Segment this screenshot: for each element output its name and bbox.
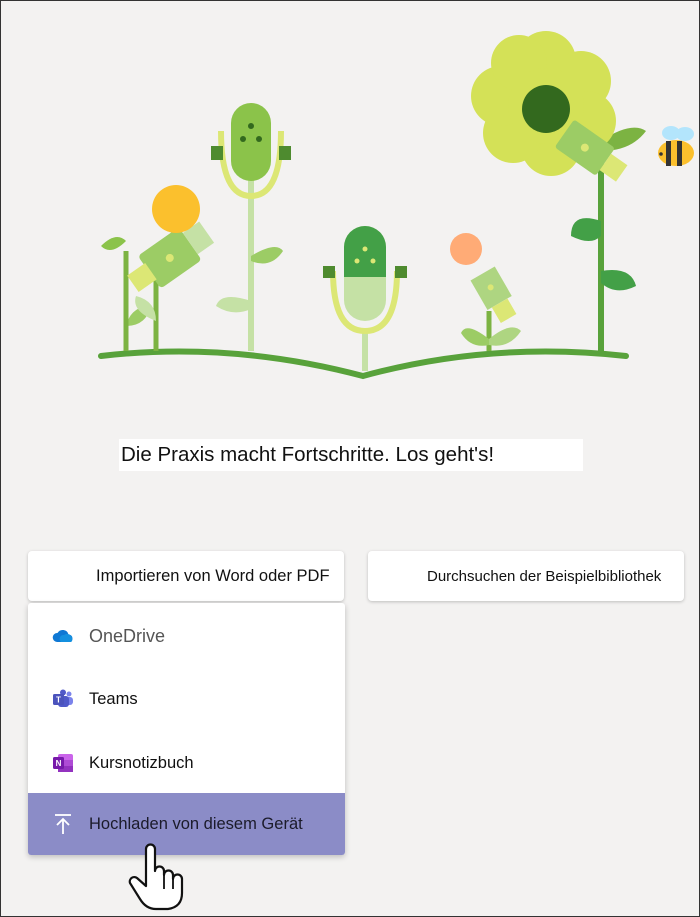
menu-item-onedrive[interactable]: OneDrive <box>28 605 345 667</box>
menu-item-class-notebook[interactable]: N Kursnotizbuch <box>28 732 345 794</box>
menu-item-label: Hochladen von diesem Gerät <box>89 814 303 833</box>
hand-pointer-cursor-icon <box>128 843 184 911</box>
svg-text:T: T <box>56 696 61 705</box>
app-frame: Die Praxis macht Fortschritte. Los geht'… <box>0 0 700 917</box>
onedrive-icon <box>52 625 74 647</box>
menu-item-teams[interactable]: T Teams <box>28 668 345 730</box>
import-word-pdf-button[interactable]: Importieren von Word oder PDF <box>28 551 344 601</box>
svg-text:N: N <box>56 759 62 768</box>
import-source-menu: OneDrive T Teams N Kursnotizbuch Hochlad… <box>28 603 345 855</box>
upload-icon <box>52 813 74 835</box>
menu-item-label: Kursnotizbuch <box>89 753 194 772</box>
menu-item-label: Teams <box>89 689 138 708</box>
teams-icon: T <box>52 688 74 710</box>
menu-item-label: OneDrive <box>89 625 166 646</box>
menu-item-upload-from-device[interactable]: Hochladen von diesem Gerät <box>28 793 345 855</box>
browse-sample-library-button[interactable]: Durchsuchen der Beispielbibliothek <box>368 551 684 601</box>
onenote-icon: N <box>52 752 74 774</box>
page-headline: Die Praxis macht Fortschritte. Los geht'… <box>119 439 583 471</box>
microphone-garden-illustration <box>98 31 694 380</box>
bee-icon <box>658 126 694 166</box>
